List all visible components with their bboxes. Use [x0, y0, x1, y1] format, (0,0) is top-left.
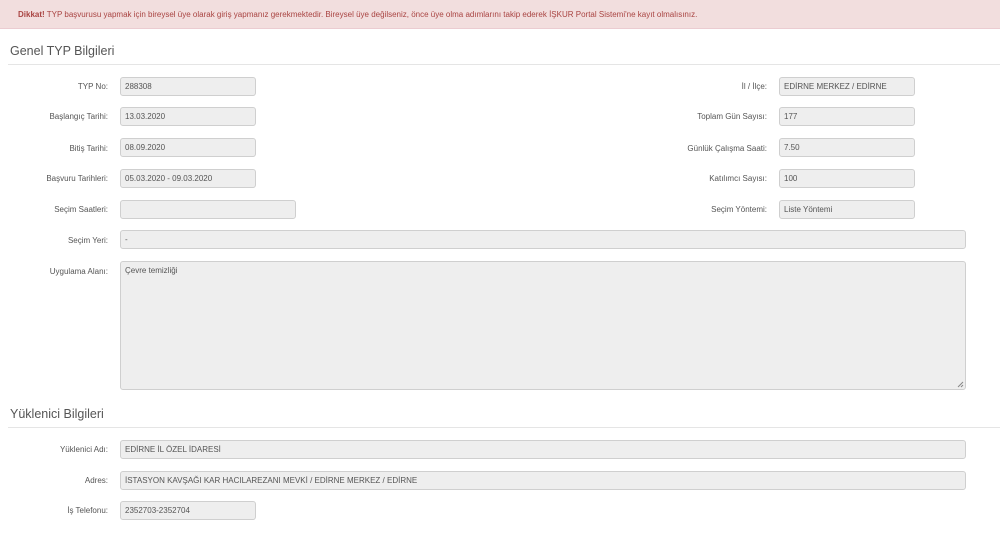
gunluk-saat-field[interactable]: 7.50: [779, 138, 915, 157]
is-telefonu-field[interactable]: 2352703-2352704: [120, 501, 256, 520]
section-title-genel: Genel TYP Bilgileri: [10, 44, 115, 58]
yuklenici-adi-field[interactable]: EDİRNE İL ÖZEL İDARESİ: [120, 440, 966, 459]
adres-label: Adres:: [84, 476, 108, 485]
toplam-gun-label: Toplam Gün Sayısı:: [697, 112, 767, 121]
il-ilce-field[interactable]: EDİRNE MERKEZ / EDİRNE: [779, 77, 915, 96]
adres-field[interactable]: İSTASYON KAVŞAĞI KAR HACILAREZANI MEVKİ …: [120, 471, 966, 490]
yuklenici-adi-label: Yüklenici Adı:: [59, 445, 108, 454]
secim-yeri-label: Seçim Yeri:: [67, 236, 108, 245]
typ-no-label: TYP No:: [77, 82, 108, 91]
secim-yontemi-label: Seçim Yöntemi:: [711, 205, 767, 214]
uygulama-alani-textarea[interactable]: Çevre temizliği: [120, 261, 966, 390]
gunluk-saat-label: Günlük Çalışma Saati:: [687, 144, 767, 153]
basvuru-label: Başvuru Tarihleri:: [46, 174, 108, 183]
section-divider: [8, 427, 1000, 428]
katilimci-label: Katılımcı Sayısı:: [709, 174, 767, 183]
warning-alert: Dikkat! TYP başvurusu yapmak için bireys…: [0, 0, 1000, 29]
bitis-label: Bitiş Tarihi:: [69, 144, 108, 153]
secim-saatleri-field[interactable]: [120, 200, 296, 219]
il-ilce-label: İl / İlçe:: [741, 82, 767, 91]
resize-grip-icon[interactable]: [956, 380, 964, 388]
is-telefonu-label: İş Telefonu:: [67, 506, 108, 515]
uygulama-alani-label: Uygulama Alanı:: [49, 267, 108, 276]
toplam-gun-field[interactable]: 177: [779, 107, 915, 126]
baslangic-field[interactable]: 13.03.2020: [120, 107, 256, 126]
uygulama-alani-text: Çevre temizliği: [125, 266, 178, 275]
section-title-yuklenici: Yüklenici Bilgileri: [10, 407, 104, 421]
alert-text: TYP başvurusu yapmak için bireysel üye o…: [44, 10, 698, 19]
basvuru-field[interactable]: 05.03.2020 - 09.03.2020: [120, 169, 256, 188]
section-divider: [8, 64, 1000, 65]
secim-yontemi-field[interactable]: Liste Yöntemi: [779, 200, 915, 219]
secim-yeri-field[interactable]: -: [120, 230, 966, 249]
secim-saatleri-label: Seçim Saatleri:: [54, 205, 108, 214]
bitis-field[interactable]: 08.09.2020: [120, 138, 256, 157]
typ-no-field[interactable]: 288308: [120, 77, 256, 96]
katilimci-field[interactable]: 100: [779, 169, 915, 188]
alert-strong: Dikkat!: [18, 10, 45, 19]
baslangic-label: Başlangıç Tarihi:: [49, 112, 108, 121]
